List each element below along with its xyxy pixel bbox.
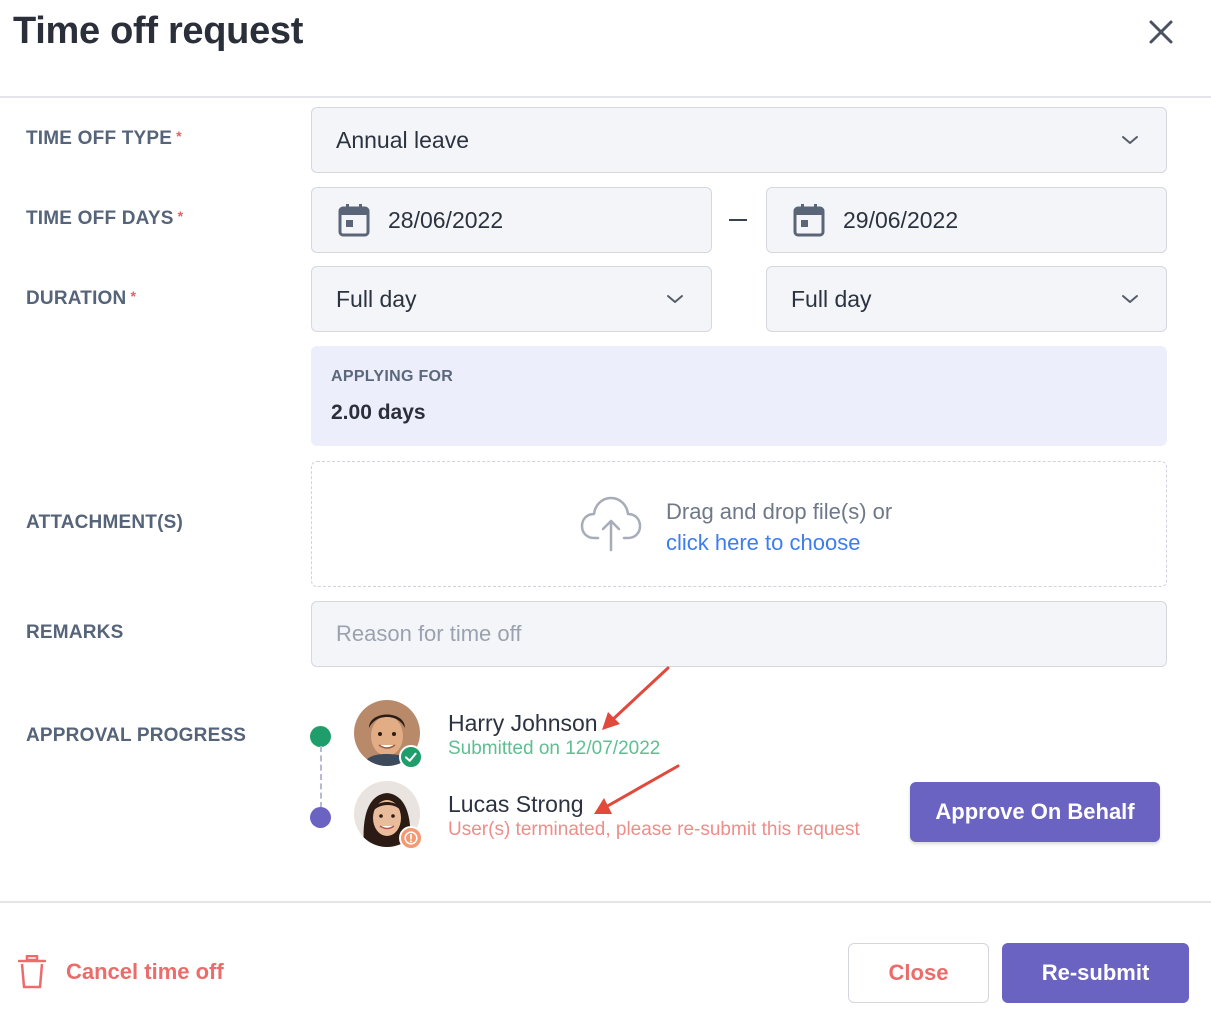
approver-status: User(s) terminated, please re-submit thi…	[448, 819, 860, 840]
footer-divider	[0, 901, 1211, 903]
applying-for-value: 2.00 days	[331, 401, 426, 424]
choose-file-link[interactable]: click here to choose	[666, 527, 892, 558]
start-date-field[interactable]: 28/06/2022	[311, 187, 712, 253]
remarks-label: REMARKS	[26, 622, 124, 643]
time-off-type-select[interactable]: Annual leave	[311, 107, 1167, 173]
approver-name: Harry Johnson	[448, 710, 598, 736]
approver-status: Submitted on 12/07/2022	[448, 738, 661, 759]
start-duration-select[interactable]: Full day	[311, 266, 712, 332]
time-off-type-label: TIME OFF TYPE *	[26, 128, 182, 149]
check-icon	[399, 745, 423, 769]
duration-label: DURATION *	[26, 288, 137, 309]
approval-progress-label: APPROVAL PROGRESS	[26, 725, 247, 746]
close-button[interactable]: Close	[848, 943, 989, 1003]
timeline-dot-completed	[310, 726, 331, 747]
warning-icon	[399, 826, 423, 850]
remarks-input[interactable]	[311, 601, 1167, 667]
end-date-value: 29/06/2022	[843, 206, 959, 233]
resubmit-button[interactable]: Re-submit	[1002, 943, 1189, 1003]
approve-on-behalf-button[interactable]: Approve On Behalf	[910, 782, 1160, 842]
timeline-dot-pending	[310, 807, 331, 828]
attachments-label: ATTACHMENT(S)	[26, 512, 184, 533]
date-range-separator	[729, 219, 747, 221]
start-duration-value: Full day	[336, 285, 417, 312]
cancel-time-off-button[interactable]: Cancel time off	[18, 955, 224, 989]
trash-icon	[18, 955, 46, 989]
end-duration-value: Full day	[791, 285, 872, 312]
cloud-upload-icon	[580, 496, 642, 552]
applying-for-summary: APPLYING FOR 2.00 days	[311, 346, 1167, 446]
close-icon[interactable]	[1145, 16, 1177, 48]
dropzone-instruction: Drag and drop file(s) or	[666, 499, 893, 524]
dialog-title: Time off request	[13, 10, 304, 52]
calendar-icon	[338, 204, 370, 237]
end-date-field[interactable]: 29/06/2022	[766, 187, 1167, 253]
dropzone-text: Drag and drop file(s) or click here to c…	[666, 496, 892, 558]
timeline-connector	[320, 746, 322, 808]
attachment-dropzone[interactable]: Drag and drop file(s) or click here to c…	[311, 461, 1167, 587]
applying-for-label: APPLYING FOR	[331, 368, 454, 385]
dialog-header: Time off request	[0, 0, 1211, 98]
chevron-down-icon	[667, 295, 683, 303]
end-duration-select[interactable]: Full day	[766, 266, 1167, 332]
approver-name: Lucas Strong	[448, 791, 584, 817]
chevron-down-icon	[1122, 295, 1138, 303]
calendar-icon	[793, 204, 825, 237]
start-date-value: 28/06/2022	[388, 206, 504, 233]
time-off-days-label: TIME OFF DAYS *	[26, 208, 184, 229]
cancel-time-off-label: Cancel time off	[66, 959, 224, 984]
chevron-down-icon	[1122, 136, 1138, 144]
time-off-type-value: Annual leave	[336, 126, 469, 153]
